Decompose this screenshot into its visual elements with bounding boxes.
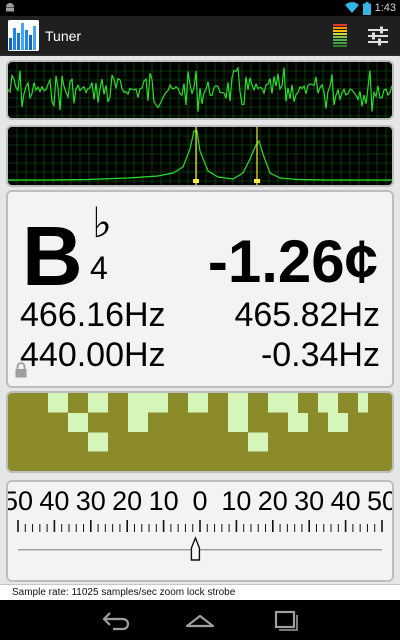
strobe-band <box>88 412 128 433</box>
strobe-band <box>8 393 48 413</box>
spectrum-marker-tick <box>193 179 199 183</box>
strobe-band <box>298 393 318 413</box>
spectrum-graph <box>8 127 392 185</box>
meter-scale <box>17 520 383 561</box>
waveform-scope[interactable] <box>6 60 394 120</box>
info-bar: Sample rate: 11025 samples/sec zoom lock… <box>0 584 400 600</box>
strobe-band <box>338 393 358 413</box>
level-meter-segment <box>333 24 347 26</box>
status-bar: 1:43 <box>0 0 400 16</box>
wifi-icon <box>344 2 359 14</box>
level-meter-segment <box>333 27 347 29</box>
strobe-band <box>68 393 88 413</box>
strobe-band <box>248 393 268 413</box>
home-icon[interactable] <box>183 608 217 632</box>
meter-needle <box>190 536 201 561</box>
level-meter-segment <box>333 33 347 35</box>
level-meter-segment <box>333 36 347 38</box>
strobe-band <box>308 412 328 433</box>
signal-level-icon <box>333 24 347 48</box>
waveform-trace <box>8 66 392 112</box>
level-meter-segment <box>333 39 347 41</box>
strobe-band <box>168 412 228 433</box>
back-icon[interactable] <box>99 608 133 632</box>
android-icon <box>6 3 14 12</box>
measured-frequency: 466.16Hz <box>20 296 166 334</box>
strobe-band <box>108 432 168 452</box>
frequency-difference: -0.34Hz <box>260 336 380 374</box>
spectrum-trace <box>8 130 392 181</box>
settings-sliders-icon[interactable] <box>365 24 391 48</box>
strobe-band <box>168 432 248 452</box>
strobe-band <box>168 451 328 471</box>
reference-frequency: 465.82Hz <box>234 296 380 334</box>
strobe-band <box>8 432 88 452</box>
tuner-app-icon[interactable] <box>8 20 39 51</box>
strobe-band <box>8 412 68 433</box>
meter-ticks <box>17 520 383 532</box>
strobe-band <box>108 393 128 413</box>
strobe-band <box>8 451 168 471</box>
spectrum-scope[interactable] <box>6 125 394 187</box>
spectrum-marker-tick <box>254 179 260 183</box>
navigation-bar <box>0 600 400 640</box>
strobe-band <box>148 412 168 433</box>
strobe-band <box>248 412 288 433</box>
note-letter: B <box>22 209 83 303</box>
app-title: Tuner <box>45 28 82 44</box>
level-meter-segment <box>333 30 347 32</box>
clock: 1:43 <box>374 2 396 14</box>
strobe-band <box>328 451 392 471</box>
strobe-band <box>348 412 392 433</box>
strobe-band <box>328 432 392 452</box>
strobe-band <box>168 393 188 413</box>
tuner-content: B ♭ 4 -1.26¢ 466.16Hz 465.82Hz 440.00Hz … <box>0 56 400 600</box>
note-readout: B ♭ 4 -1.26¢ 466.16Hz 465.82Hz 440.00Hz … <box>6 190 394 388</box>
strobe-band <box>208 393 228 413</box>
action-bar: Tuner <box>0 16 400 56</box>
cents-meter: 504030201001020304050 <box>6 480 394 582</box>
lock-icon[interactable] <box>14 362 28 378</box>
waveform-graph <box>8 62 392 118</box>
reference-a-frequency: 440.00Hz <box>20 336 166 374</box>
cents-offset: -1.26¢ <box>207 228 378 295</box>
level-meter-segment <box>333 45 347 47</box>
strobe-display[interactable] <box>6 391 394 473</box>
level-meter-segment <box>333 42 347 44</box>
spectrum-grid <box>8 127 392 185</box>
strobe-band <box>368 393 392 413</box>
battery-icon <box>362 1 371 15</box>
tuner-screen: 1:43 Tuner B ♭ 4 -1.26¢ 466.16Hz 465.82H… <box>0 0 400 640</box>
recents-icon[interactable] <box>268 608 302 632</box>
strobe-band <box>268 432 328 452</box>
note-octave: 4 <box>90 250 108 286</box>
strobe-pattern <box>8 393 392 471</box>
note-accidental: ♭ <box>92 198 112 247</box>
